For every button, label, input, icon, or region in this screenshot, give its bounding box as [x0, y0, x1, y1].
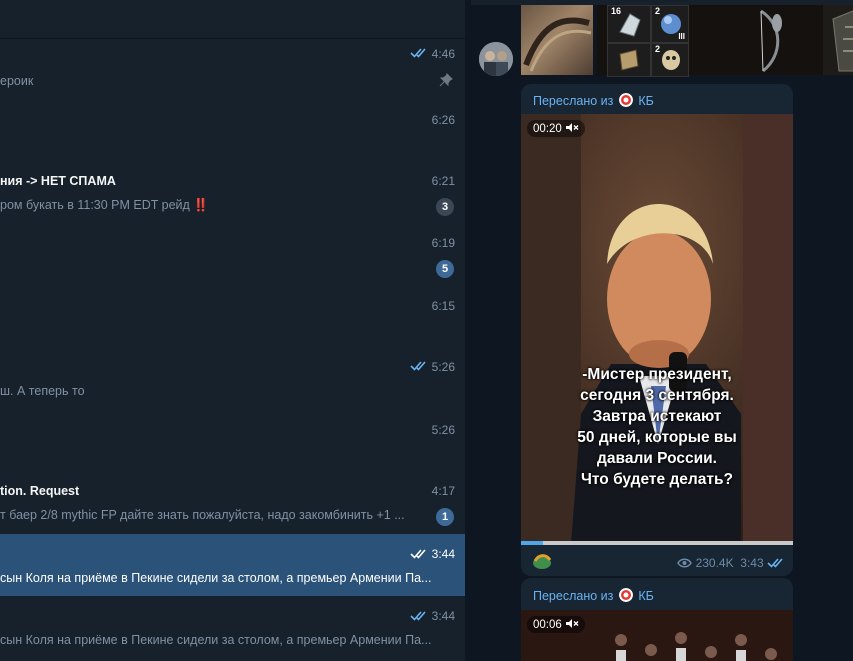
- chat-row[interactable]: 6:19 5: [0, 232, 465, 294]
- caption-line: Что будете делать?: [581, 471, 733, 488]
- unread-badge: 3: [436, 198, 454, 216]
- sender-avatar[interactable]: [479, 42, 513, 76]
- forwarded-channel: КБ: [638, 94, 654, 108]
- chat-preview: т баер 2/8 mythic FP дайте знать пожалуй…: [0, 508, 405, 522]
- chat-preview: сын Коля на приёме в Пекине сидели за ст…: [0, 571, 432, 585]
- chat-list: 4:46 ероик 6:26 ния -> НЕТ СПАМА 6:21 ро…: [0, 0, 465, 661]
- item-count: 16: [611, 6, 622, 16]
- double-check-icon: [767, 558, 783, 568]
- item-tier: III: [678, 32, 685, 41]
- chat-row[interactable]: 4:46 ероик: [0, 43, 465, 105]
- caption-line: давали России.: [597, 450, 717, 467]
- chat-title: ния -> НЕТ СПАМА: [0, 174, 116, 188]
- skull-item-icon[interactable]: 2: [651, 43, 689, 77]
- image-gallery[interactable]: 16 2 III 2: [521, 5, 853, 77]
- scroll-item-icon[interactable]: [607, 43, 651, 77]
- video-progress-fill: [521, 541, 543, 545]
- chat-row-selected[interactable]: 3:44 сын Коля на приёме в Пекине сидели …: [0, 534, 465, 596]
- video-caption: -Мистер президент, сегодня 3 сентября. З…: [521, 364, 793, 490]
- chat-time: 6:26: [431, 113, 455, 127]
- duration-text: 00:20: [533, 123, 562, 135]
- chat-time: 6:21: [431, 174, 455, 188]
- message-meta: 230.4K 3:43: [677, 556, 785, 570]
- wood-item-icon[interactable]: [521, 5, 593, 75]
- blue-gem-item-icon[interactable]: 2 III: [651, 5, 689, 43]
- caption-line: сегодня 3 сентября.: [580, 387, 734, 404]
- chat-preview: ром букать в 11:30 PM EDT рейд ‼️: [0, 198, 209, 212]
- chat-time: 3:44: [431, 547, 455, 561]
- pin-icon: [439, 73, 453, 87]
- chat-time: 6:15: [431, 299, 455, 313]
- chat-row[interactable]: 3:44 сын Коля на приёме в Пекине сидели …: [0, 596, 465, 658]
- double-check-icon: [410, 549, 426, 559]
- forwarded-label: Переслано из: [533, 94, 614, 108]
- item-count: 2: [655, 44, 661, 54]
- video-duration: 00:06: [527, 616, 585, 633]
- double-check-icon: [410, 611, 426, 621]
- caption-line: -Мистер президент,: [582, 366, 732, 383]
- double-check-icon: [410, 48, 426, 58]
- item-count: 2: [655, 6, 661, 16]
- video-player[interactable]: 00:20 -Мистер президент, сегодня 3 сентя…: [521, 114, 793, 544]
- muted-icon[interactable]: [565, 122, 579, 133]
- chat-time: 4:17: [431, 484, 455, 498]
- forwarded-video-message[interactable]: Переслано из КБ 00:20 -Мистер президент,…: [521, 84, 793, 576]
- double-check-icon: [410, 361, 426, 371]
- crystal-item-icon[interactable]: 16: [607, 5, 651, 43]
- chat-row[interactable]: 6:26: [0, 105, 465, 167]
- video-player[interactable]: 00:06: [521, 610, 793, 661]
- chat-row[interactable]: tion. Request 4:17 т баер 2/8 mythic FP …: [0, 480, 465, 542]
- bow-item-icon[interactable]: [741, 5, 801, 75]
- unread-badge: 5: [436, 260, 454, 278]
- view-count: 230.4K: [695, 556, 734, 570]
- chat-row[interactable]: 5:26: [0, 418, 465, 480]
- chat-row[interactable]: 6:15: [0, 294, 465, 356]
- chat-time: 4:46: [431, 47, 455, 61]
- unread-badge: 1: [436, 508, 454, 526]
- forwarded-channel: КБ: [638, 589, 654, 603]
- caption-line: Завтра истекают: [592, 408, 722, 425]
- armor-item-icon[interactable]: [823, 5, 853, 75]
- chat-row[interactable]: ния -> НЕТ СПАМА 6:21 ром букать в 11:30…: [0, 170, 465, 232]
- forwarded-from[interactable]: Переслано из КБ: [533, 93, 654, 108]
- chat-preview: ероик: [0, 74, 34, 88]
- chat-preview: сын Коля на приёме в Пекине сидели за ст…: [0, 633, 432, 647]
- video-progress-bar[interactable]: [521, 541, 793, 545]
- chat-time: 6:19: [431, 236, 455, 250]
- channel-logo-icon: [618, 93, 633, 107]
- message-time: 3:43: [740, 556, 764, 570]
- chat-list-header: [0, 0, 465, 39]
- chat-time: 5:26: [431, 360, 455, 374]
- forwarded-label: Переслано из: [533, 589, 614, 603]
- duration-text: 00:06: [533, 619, 562, 631]
- chat-panel: 16 2 III 2 Переслано из КБ 00:20 -Мистер…: [471, 0, 853, 661]
- views-eye-icon: [677, 558, 693, 568]
- chat-row[interactable]: 5:26 ш. А теперь то: [0, 356, 465, 418]
- muted-icon[interactable]: [565, 618, 579, 629]
- chat-preview: ш. А теперь то: [0, 384, 85, 398]
- chat-time: 5:26: [431, 423, 455, 437]
- channel-logo-icon: [618, 588, 633, 602]
- reaction-icon[interactable]: [531, 552, 553, 570]
- forwarded-from[interactable]: Переслано из КБ: [533, 588, 654, 603]
- chat-time: 3:44: [431, 609, 455, 623]
- video-duration: 00:20: [527, 120, 585, 137]
- caption-line: 50 дней, которые вы: [577, 429, 737, 446]
- forwarded-video-message[interactable]: Переслано из КБ 00:06: [521, 578, 793, 661]
- chat-title: tion. Request: [0, 484, 80, 498]
